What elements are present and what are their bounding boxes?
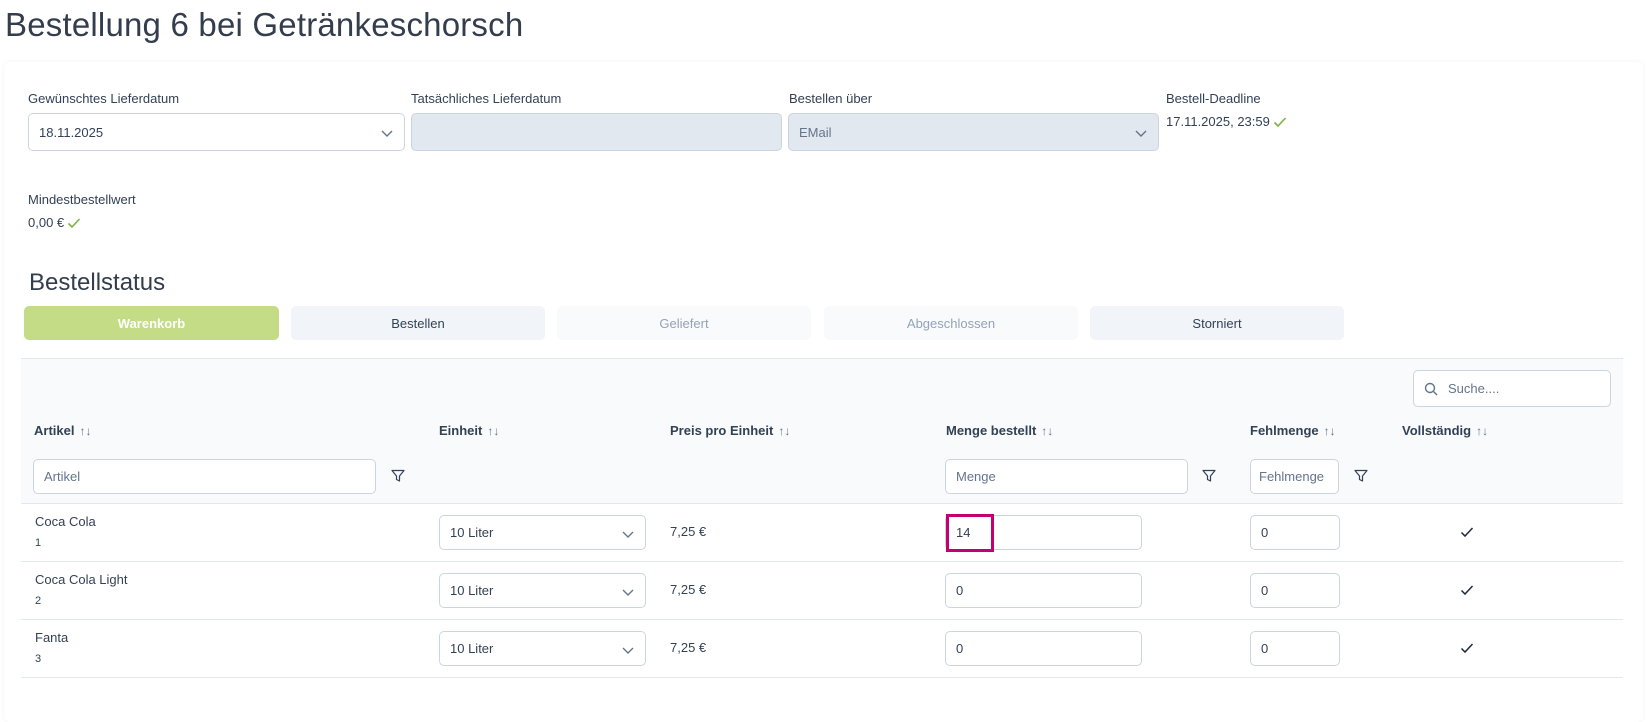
check-icon <box>1460 585 1474 596</box>
status-step-bestellen[interactable]: Bestellen <box>291 306 545 340</box>
deadline-label: Bestell-Deadline <box>1166 91 1261 106</box>
table-row: Coca Cola 1 10 Liter 7,25 € 14 0 <box>21 504 1623 562</box>
artikel-filter-input[interactable] <box>33 459 376 494</box>
qty-input[interactable]: 14 <box>945 515 1142 550</box>
unit-value: 10 Liter <box>450 641 494 656</box>
status-step-storniert[interactable]: Storniert <box>1090 306 1344 340</box>
actual-date-field <box>411 113 782 151</box>
article-name: Fanta <box>35 630 69 645</box>
article-name: Coca Cola Light <box>35 572 128 587</box>
table-row: Coca Cola Light 2 10 Liter 7,25 € 0 0 <box>21 562 1623 620</box>
sort-icon: ↑↓ <box>778 423 791 438</box>
desired-date-value: 18.11.2025 <box>39 124 104 140</box>
desired-date-label: Gewünschtes Lieferdatum <box>28 91 180 106</box>
check-icon <box>68 217 81 228</box>
filter-icon[interactable] <box>390 468 406 484</box>
column-header-label: Vollständig <box>1402 423 1472 438</box>
unit-select[interactable]: 10 Liter <box>439 573 646 608</box>
min-value-label: Mindestbestellwert <box>28 192 136 207</box>
order-via-label: Bestellen über <box>789 91 873 106</box>
column-header-label: Menge bestellt <box>946 423 1037 438</box>
column-header-menge[interactable]: Menge bestellt ↑↓ <box>946 423 1053 438</box>
status-step-geliefert: Geliefert <box>557 306 811 340</box>
column-header-label: Preis pro Einheit <box>670 423 774 438</box>
unit-select[interactable]: 10 Liter <box>439 631 646 666</box>
price-per-unit: 7,25 € <box>670 640 707 655</box>
article-name: Coca Cola <box>35 514 96 529</box>
column-header-label: Einheit <box>439 423 483 438</box>
min-value-wrap: 0,00 € <box>28 215 81 230</box>
table-header: Artikel ↑↓ Einheit ↑↓ Preis pro Einheit ↑↓ … <box>21 412 1623 450</box>
missing-value: 0 <box>1261 583 1269 598</box>
search-box[interactable] <box>1413 370 1611 407</box>
qty-value: 0 <box>956 641 964 656</box>
filter-icon[interactable] <box>1353 468 1369 484</box>
column-header-artikel[interactable]: Artikel ↑↓ <box>34 423 91 438</box>
search-icon <box>1424 382 1438 395</box>
article-id: 1 <box>35 537 42 549</box>
sort-icon: ↑↓ <box>1041 423 1054 438</box>
status-step-warenkorb[interactable]: Warenkorb <box>24 306 279 340</box>
check-icon <box>1460 527 1474 538</box>
missing-input[interactable]: 0 <box>1250 515 1340 550</box>
chevron-down-icon <box>1135 130 1147 137</box>
column-header-vollstaendig[interactable]: Vollständig ↑↓ <box>1402 423 1488 438</box>
table-toolbar <box>21 358 1623 416</box>
chevron-down-icon <box>381 130 393 137</box>
deadline-value-wrap: 17.11.2025, 23:59 <box>1166 114 1287 129</box>
table-row: Fanta 3 10 Liter 7,25 € 0 0 <box>21 620 1623 678</box>
order-via-select: EMail <box>788 113 1159 151</box>
unit-value: 10 Liter <box>450 525 494 540</box>
price-per-unit: 7,25 € <box>670 582 707 597</box>
order-via-value: EMail <box>799 124 832 140</box>
sort-icon: ↑↓ <box>1323 423 1336 438</box>
column-header-label: Artikel <box>34 423 75 438</box>
chevron-down-icon <box>622 589 634 596</box>
sort-icon: ↑↓ <box>1476 423 1489 438</box>
qty-value: 0 <box>956 583 964 598</box>
unit-select[interactable]: 10 Liter <box>439 515 646 550</box>
sort-icon: ↑↓ <box>79 423 92 438</box>
price-per-unit: 7,25 € <box>670 524 707 539</box>
filter-icon[interactable] <box>1201 468 1217 484</box>
column-header-fehlmenge[interactable]: Fehlmenge ↑↓ <box>1250 423 1336 438</box>
chevron-down-icon <box>622 647 634 654</box>
column-header-label: Fehlmenge <box>1250 423 1319 438</box>
qty-input[interactable]: 0 <box>945 573 1142 608</box>
check-icon <box>1273 116 1286 127</box>
unit-value: 10 Liter <box>450 583 494 598</box>
missing-value: 0 <box>1261 641 1269 656</box>
missing-input[interactable]: 0 <box>1250 631 1340 666</box>
article-id: 3 <box>35 653 42 665</box>
fehlmenge-filter-input[interactable] <box>1250 459 1339 494</box>
status-section-title: Bestellstatus <box>29 269 166 296</box>
column-header-preis[interactable]: Preis pro Einheit ↑↓ <box>670 423 790 438</box>
min-value: 0,00 € <box>28 215 65 230</box>
missing-value: 0 <box>1261 525 1269 540</box>
desired-date-select[interactable]: 18.11.2025 <box>28 113 405 151</box>
articles-table: Artikel↑↓ Einheit↑↓ Preis pro Einheit↑↓ … <box>21 358 1623 693</box>
missing-input[interactable]: 0 <box>1250 573 1340 608</box>
page-title: Bestellung 6 bei Getränkeschorsch <box>5 6 524 43</box>
sort-icon: ↑↓ <box>487 423 500 438</box>
column-header-einheit[interactable]: Einheit ↑↓ <box>439 423 499 438</box>
deadline-value: 17.11.2025, 23:59 <box>1166 114 1270 129</box>
qty-input[interactable]: 0 <box>945 631 1142 666</box>
check-icon <box>1460 643 1474 654</box>
menge-filter-input[interactable] <box>945 459 1188 494</box>
search-input[interactable] <box>1446 380 1586 397</box>
filter-row <box>21 449 1623 504</box>
qty-value: 14 <box>956 525 971 540</box>
status-step-abgeschlossen: Abgeschlossen <box>824 306 1078 340</box>
article-id: 2 <box>35 595 42 607</box>
chevron-down-icon <box>622 531 634 538</box>
actual-date-label: Tatsächliches Lieferdatum <box>411 91 562 106</box>
